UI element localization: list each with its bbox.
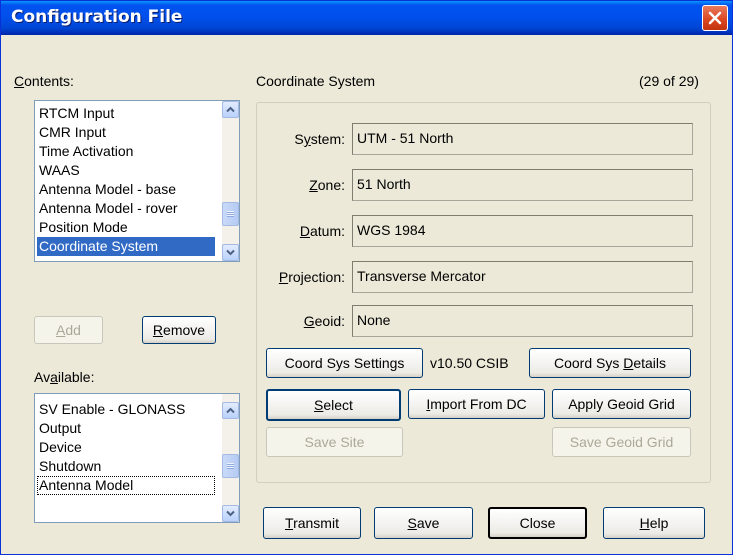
list-item[interactable]: Output	[37, 419, 215, 438]
list-item[interactable]: CMR Input	[37, 123, 215, 142]
contents-listbox[interactable]: RTCM Input CMR Input Time Activation WAA…	[34, 100, 240, 262]
scroll-down-button[interactable]	[222, 505, 239, 522]
save-geoid-grid-button[interactable]: Save Geoid Grid	[552, 427, 691, 457]
zone-field: 51 North	[352, 169, 693, 201]
chevron-up-icon	[226, 407, 235, 414]
list-item[interactable]: RTCM Input	[37, 104, 215, 123]
list-item[interactable]: Time Activation	[37, 142, 215, 161]
help-button[interactable]: Help	[603, 507, 705, 539]
zone-label: Zone:	[309, 177, 345, 193]
chevron-up-icon	[226, 106, 235, 113]
system-field: UTM - 51 North	[352, 123, 693, 155]
datum-label: Datum:	[299, 223, 345, 239]
scroll-thumb[interactable]	[222, 454, 239, 478]
chevron-down-icon	[226, 510, 235, 517]
contents-label: Contents:	[14, 73, 74, 89]
close-icon	[708, 11, 722, 25]
list-item[interactable]: Shutdown	[37, 457, 215, 476]
scroll-up-button[interactable]	[222, 101, 239, 118]
list-item[interactable]: WAAS	[37, 161, 215, 180]
title-bar[interactable]: Configuration File	[1, 1, 732, 35]
chevron-down-icon	[226, 249, 235, 256]
save-button[interactable]: Save	[374, 507, 473, 539]
window-title: Configuration File	[11, 7, 183, 27]
list-item[interactable]: Position Mode	[37, 218, 215, 237]
page-counter: (29 of 29)	[639, 73, 699, 89]
list-item[interactable]: Device	[37, 438, 215, 457]
coord-sys-settings-button[interactable]: Coord Sys Settings	[266, 348, 423, 378]
close-button[interactable]: Close	[488, 507, 587, 539]
list-item[interactable]: SV Enable - GLONASS	[37, 400, 215, 419]
apply-geoid-grid-button[interactable]: Apply Geoid Grid	[552, 389, 691, 419]
remove-button[interactable]: Remove	[142, 316, 216, 344]
transmit-button[interactable]: Transmit	[263, 507, 361, 539]
available-scrollbar[interactable]	[222, 394, 239, 522]
system-label: System:	[294, 131, 345, 147]
scroll-thumb[interactable]	[222, 202, 239, 226]
list-item[interactable]: Antenna Model - base	[37, 180, 215, 199]
available-label: Available:	[34, 369, 95, 385]
list-item-focused[interactable]: Antenna Model	[37, 476, 215, 495]
close-window-button[interactable]	[702, 5, 728, 31]
list-item[interactable]: Antenna Model - rover	[37, 199, 215, 218]
list-item-selected[interactable]: Coordinate System	[37, 237, 215, 256]
section-title: Coordinate System	[256, 73, 376, 89]
configuration-file-dialog: Configuration File Contents: RTCM Input …	[0, 0, 733, 555]
datum-field: WGS 1984	[352, 215, 693, 247]
contents-scrollbar[interactable]	[222, 101, 239, 261]
version-label: v10.50 CSIB	[430, 355, 509, 371]
projection-field: Transverse Mercator	[352, 261, 693, 293]
select-button[interactable]: Select	[266, 389, 401, 421]
scroll-down-button[interactable]	[222, 244, 239, 261]
geoid-label: Geoid:	[303, 313, 345, 329]
add-button[interactable]: Add	[34, 316, 103, 344]
scroll-up-button[interactable]	[222, 402, 239, 419]
available-listbox[interactable]: SV Enable - GLONASS Output Device Shutdo…	[34, 393, 240, 523]
save-site-button[interactable]: Save Site	[266, 427, 403, 457]
coord-sys-details-button[interactable]: Coord Sys Details	[529, 348, 691, 378]
geoid-field: None	[352, 305, 693, 337]
import-from-dc-button[interactable]: Import From DC	[408, 389, 545, 419]
projection-label: Projection:	[278, 269, 345, 285]
